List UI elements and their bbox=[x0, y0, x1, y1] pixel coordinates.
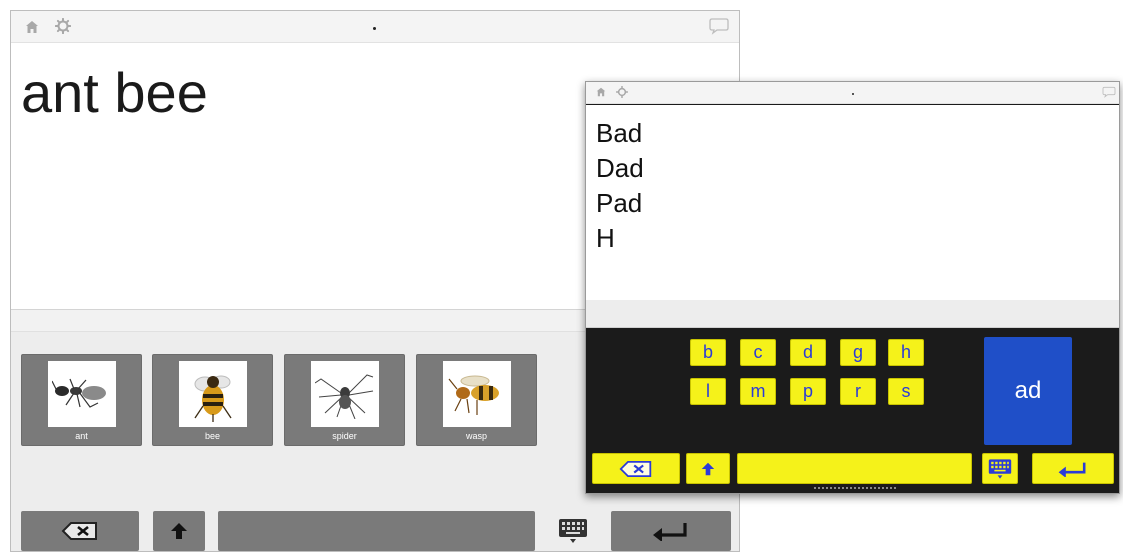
chat-bubble-icon[interactable] bbox=[709, 17, 729, 35]
letter-key-h[interactable]: h bbox=[888, 339, 924, 366]
right-app-screen: Bad Dad Pad H b c d g h l m p r s ad bbox=[585, 81, 1120, 494]
picture-label: ant bbox=[75, 431, 88, 441]
gear-icon[interactable] bbox=[616, 86, 628, 98]
shift-key[interactable] bbox=[153, 511, 205, 551]
picture-label: spider bbox=[332, 431, 357, 441]
page-indicator-dot bbox=[373, 27, 376, 30]
letter-key-d[interactable]: d bbox=[790, 339, 826, 366]
top-toolbar bbox=[11, 11, 739, 43]
text-line: Dad bbox=[596, 153, 644, 183]
suggestion-key-ad[interactable]: ad bbox=[984, 337, 1072, 445]
letter-key-s[interactable]: s bbox=[888, 378, 924, 405]
letter-key-c[interactable]: c bbox=[740, 339, 776, 366]
keyboard-toggle-key[interactable] bbox=[982, 453, 1018, 484]
letter-key-g[interactable]: g bbox=[840, 339, 876, 366]
backspace-icon bbox=[61, 522, 97, 540]
home-icon[interactable] bbox=[25, 20, 39, 34]
backspace-key[interactable] bbox=[21, 511, 139, 551]
picture-label: bee bbox=[204, 431, 221, 441]
space-bar[interactable] bbox=[218, 511, 535, 551]
return-icon bbox=[653, 523, 687, 541]
shift-arrow-icon bbox=[171, 523, 187, 539]
letter-key-r[interactable]: r bbox=[840, 378, 876, 405]
chat-bubble-icon[interactable] bbox=[1102, 86, 1116, 98]
text-line: H bbox=[596, 223, 615, 253]
picture-button-wasp[interactable]: wasp bbox=[416, 354, 537, 446]
text-area[interactable] bbox=[586, 105, 1119, 300]
text-line: Bad bbox=[596, 118, 643, 148]
picture-button-bee[interactable]: bee bbox=[152, 354, 273, 446]
return-icon bbox=[1058, 462, 1086, 477]
picture-button-ant[interactable]: ant bbox=[21, 354, 142, 446]
keyboard-icon bbox=[988, 458, 1012, 479]
letter-key-b[interactable]: b bbox=[690, 339, 726, 366]
page-indicator-dot bbox=[852, 93, 854, 95]
resize-handle[interactable] bbox=[814, 487, 896, 489]
document-text: ant bee bbox=[21, 61, 208, 124]
top-toolbar bbox=[586, 82, 1119, 104]
keyboard-header-band bbox=[586, 300, 1119, 328]
keyboard-icon bbox=[559, 519, 587, 543]
picture-button-spider[interactable]: spider bbox=[284, 354, 405, 446]
bee-picture bbox=[179, 361, 247, 427]
ant-picture bbox=[48, 361, 116, 427]
letter-key-p[interactable]: p bbox=[790, 378, 826, 405]
spider-picture bbox=[311, 361, 379, 427]
return-key[interactable] bbox=[611, 511, 731, 551]
space-bar[interactable] bbox=[737, 453, 972, 484]
backspace-key[interactable] bbox=[592, 453, 680, 484]
picture-label: wasp bbox=[465, 431, 487, 441]
backspace-icon bbox=[619, 460, 652, 477]
gear-icon[interactable] bbox=[55, 18, 71, 34]
letter-key-l[interactable]: l bbox=[690, 378, 726, 405]
letter-key-m[interactable]: m bbox=[740, 378, 776, 405]
return-key[interactable] bbox=[1032, 453, 1114, 484]
shift-arrow-icon bbox=[701, 462, 715, 475]
document-lines: Bad Dad Pad H bbox=[596, 116, 644, 256]
home-icon[interactable] bbox=[596, 87, 606, 97]
text-line: Pad bbox=[596, 188, 643, 218]
shift-key[interactable] bbox=[686, 453, 730, 484]
keyboard-toggle-key[interactable] bbox=[547, 511, 599, 551]
wasp-picture bbox=[443, 361, 511, 427]
